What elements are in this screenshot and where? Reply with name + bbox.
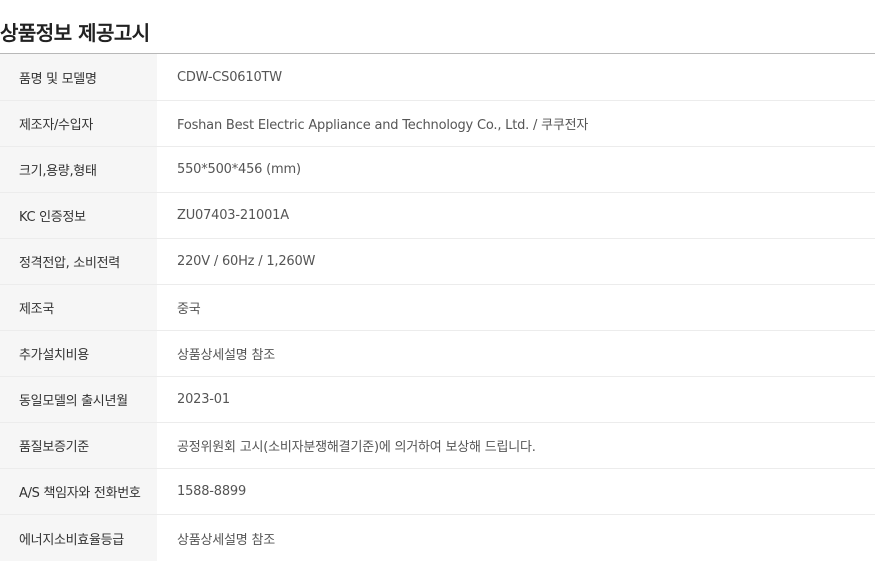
- table-row-size: 크기,용량,형태 550*500*456 (mm): [0, 147, 875, 193]
- table-row-model: 품명 및 모델명 CDW-CS0610TW: [0, 54, 875, 101]
- table-row-install-cost: 추가설치비용 상품상세설명 참조: [0, 331, 875, 377]
- row-label: KC 인증정보: [0, 193, 157, 238]
- row-value: CDW-CS0610TW: [177, 69, 282, 85]
- table-row-energy-grade: 에너지소비효율등급 상품상세설명 참조: [0, 515, 875, 561]
- row-value: 상품상세설명 참조: [177, 348, 276, 363]
- row-label: 에너지소비효율등급: [0, 515, 157, 561]
- row-value: 상품상세설명 참조: [177, 532, 276, 548]
- row-value: 220V / 60Hz / 1,260W: [177, 254, 316, 269]
- row-value: 2023-01: [177, 392, 230, 407]
- row-value: Foshan Best Electric Appliance and Techn…: [177, 118, 589, 133]
- table-row-country: 제조국 중국: [0, 285, 875, 331]
- product-info-table: 품명 및 모델명 CDW-CS0610TW 제조자/수입자 Foshan Bes…: [0, 53, 875, 561]
- row-label: 동일모델의 출시년월: [0, 377, 157, 422]
- row-label: 제조자/수입자: [0, 101, 157, 146]
- row-value: ZU07403-21001A: [177, 208, 289, 223]
- table-row-warranty: 품질보증기준 공정위원회 고시(소비자분쟁해결기준)에 의거하여 보상해 드립니…: [0, 423, 875, 469]
- row-value: 중국: [177, 302, 201, 317]
- row-label: 추가설치비용: [0, 331, 157, 376]
- row-label: 크기,용량,형태: [0, 147, 157, 192]
- row-label: 품명 및 모델명: [0, 54, 157, 100]
- row-value: 1588-8899: [177, 484, 247, 499]
- table-row-kc-cert: KC 인증정보 ZU07403-21001A: [0, 193, 875, 239]
- table-row-power: 정격전압, 소비전력 220V / 60Hz / 1,260W: [0, 239, 875, 285]
- row-value: 공정위원회 고시(소비자분쟁해결기준)에 의거하여 보상해 드립니다.: [177, 440, 536, 455]
- table-row-manufacturer: 제조자/수입자 Foshan Best Electric Appliance a…: [0, 101, 875, 147]
- page-title: 상품정보 제공고시: [0, 20, 150, 45]
- row-value: 550*500*456 (mm): [177, 162, 301, 177]
- row-label: 정격전압, 소비전력: [0, 239, 157, 284]
- table-row-release-date: 동일모델의 출시년월 2023-01: [0, 377, 875, 423]
- table-row-as-contact: A/S 책임자와 전화번호 1588-8899: [0, 469, 875, 515]
- row-label: 제조국: [0, 285, 157, 330]
- row-label: 품질보증기준: [0, 423, 157, 468]
- row-label: A/S 책임자와 전화번호: [0, 469, 157, 514]
